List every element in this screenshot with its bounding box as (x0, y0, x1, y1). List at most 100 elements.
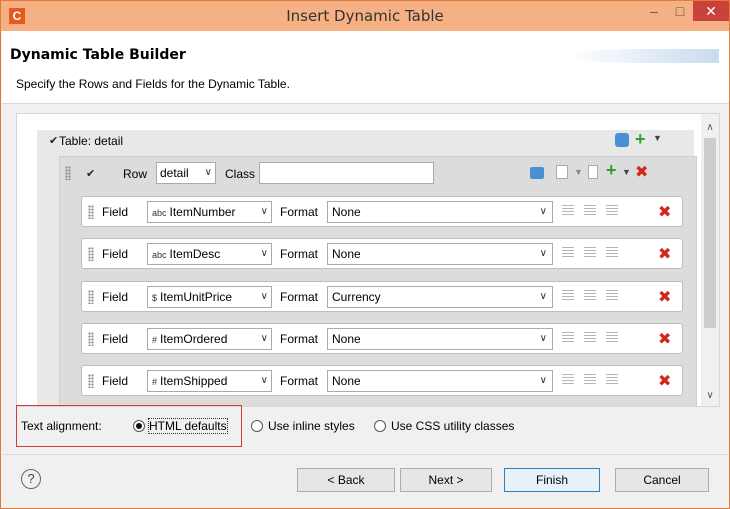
format-label: Format (280, 332, 319, 346)
add-field-dropdown-icon[interactable]: ▼ (622, 167, 631, 177)
delete-field-icon[interactable]: ✖ (658, 244, 671, 264)
radio-inline-styles-label[interactable]: Use inline styles (268, 419, 355, 433)
field-row: Field # ItemShipped ∨ Format None ∨ ✖ (81, 365, 683, 396)
field-label: Field (102, 290, 129, 304)
alignment-buttons (562, 247, 632, 261)
field-drag-handle-icon[interactable] (88, 374, 94, 388)
format-label: Format (280, 374, 319, 388)
scroll-down-icon[interactable]: ∨ (701, 388, 719, 404)
align-center-icon[interactable] (584, 332, 596, 344)
field-drag-handle-icon[interactable] (88, 290, 94, 304)
page-icon[interactable] (588, 165, 598, 179)
header-decoration (569, 49, 719, 63)
align-left-icon[interactable] (562, 290, 574, 302)
field-drag-handle-icon[interactable] (88, 332, 94, 346)
wizard-header: Dynamic Table Builder Specify the Rows a… (2, 31, 729, 104)
maximize-button[interactable]: □ (667, 1, 693, 21)
align-center-icon[interactable] (584, 205, 596, 217)
field-select[interactable]: $ ItemUnitPrice ∨ (147, 286, 272, 308)
field-name: ItemNumber (169, 205, 236, 219)
align-right-icon[interactable] (606, 332, 618, 344)
field-drag-handle-icon[interactable] (88, 247, 94, 261)
field-drag-handle-icon[interactable] (88, 205, 94, 219)
format-select[interactable]: None ∨ (327, 370, 553, 392)
chevron-down-icon: ∨ (539, 248, 547, 259)
delete-field-icon[interactable]: ✖ (658, 329, 671, 349)
class-label: Class (225, 167, 256, 181)
scroll-up-icon[interactable]: ∧ (701, 120, 719, 136)
finish-button[interactable]: Finish (504, 468, 600, 492)
next-button[interactable]: Next > (400, 468, 492, 492)
vertical-scrollbar[interactable]: ∧ ∨ (701, 114, 719, 406)
table-collapse-chevron-icon[interactable]: ✔︎ (49, 134, 58, 147)
chevron-down-icon: ∨ (539, 291, 547, 302)
row-label: Row (123, 167, 148, 181)
radio-css-utility-label[interactable]: Use CSS utility classes (391, 419, 514, 433)
add-row-dropdown-icon[interactable]: ▼ (653, 133, 662, 143)
refresh-fields-icon[interactable] (615, 133, 629, 147)
align-right-icon[interactable] (606, 205, 618, 217)
format-select[interactable]: None ∨ (327, 201, 553, 223)
alignment-buttons (562, 290, 632, 304)
format-value: None (332, 247, 361, 261)
alignment-buttons (562, 205, 632, 219)
align-center-icon[interactable] (584, 290, 596, 302)
chevron-down-icon: ∨ (260, 333, 268, 344)
align-left-icon[interactable] (562, 205, 574, 217)
align-right-icon[interactable] (606, 290, 618, 302)
align-left-icon[interactable] (562, 374, 574, 386)
field-name: ItemUnitPrice (160, 290, 233, 304)
row-collapse-chevron-icon[interactable]: ✔︎ (86, 167, 95, 180)
scroll-thumb[interactable] (704, 138, 716, 328)
align-center-icon[interactable] (584, 247, 596, 259)
format-label: Format (280, 205, 319, 219)
delete-row-icon[interactable]: ✖ (635, 162, 648, 182)
chevron-down-icon: ∨ (260, 291, 268, 302)
back-button[interactable]: < Back (297, 468, 395, 492)
new-field-icon[interactable] (556, 165, 568, 179)
field-row: Field # ItemOrdered ∨ Format None ∨ ✖ (81, 323, 683, 354)
field-select[interactable]: abc ItemNumber ∨ (147, 201, 272, 223)
align-right-icon[interactable] (606, 247, 618, 259)
chevron-down-icon: ∨ (260, 206, 268, 217)
refresh-icon[interactable] (530, 167, 544, 179)
align-left-icon[interactable] (562, 247, 574, 259)
delete-field-icon[interactable]: ✖ (658, 371, 671, 391)
add-row-icon[interactable]: + (635, 129, 646, 150)
radio-html-defaults-label[interactable]: HTML defaults (148, 418, 228, 434)
field-select[interactable]: # ItemOrdered ∨ (147, 328, 272, 350)
format-value: None (332, 205, 361, 219)
chevron-down-icon: ∨ (539, 333, 547, 344)
field-name: ItemShipped (160, 374, 228, 388)
format-select[interactable]: None ∨ (327, 243, 553, 265)
chevron-down-icon: ∨ (260, 248, 268, 259)
radio-inline-styles[interactable] (251, 420, 263, 432)
align-center-icon[interactable] (584, 374, 596, 386)
field-type-icon: # (152, 377, 158, 387)
align-right-icon[interactable] (606, 374, 618, 386)
format-value: None (332, 374, 361, 388)
format-select[interactable]: Currency ∨ (327, 286, 553, 308)
delete-field-icon[interactable]: ✖ (658, 287, 671, 307)
field-label: Field (102, 374, 129, 388)
cancel-button[interactable]: Cancel (615, 468, 709, 492)
field-select[interactable]: # ItemShipped ∨ (147, 370, 272, 392)
row-select[interactable]: detail ∨ (156, 162, 216, 184)
new-field-dropdown-icon[interactable]: ▼ (574, 167, 583, 177)
title-bar: C Insert Dynamic Table – □ ✕ (1, 1, 729, 31)
radio-css-utility[interactable] (374, 420, 386, 432)
field-type-icon: abc (152, 208, 167, 218)
field-select[interactable]: abc ItemDesc ∨ (147, 243, 272, 265)
class-input[interactable] (259, 162, 434, 184)
close-button[interactable]: ✕ (693, 1, 729, 21)
minimize-button[interactable]: – (641, 1, 667, 21)
radio-html-defaults[interactable] (133, 420, 145, 432)
add-field-icon[interactable]: + (606, 160, 617, 181)
field-label: Field (102, 205, 129, 219)
delete-field-icon[interactable]: ✖ (658, 202, 671, 222)
help-icon[interactable]: ? (21, 469, 41, 489)
align-left-icon[interactable] (562, 332, 574, 344)
format-select[interactable]: None ∨ (327, 328, 553, 350)
field-type-icon: abc (152, 250, 167, 260)
row-drag-handle-icon[interactable] (65, 166, 71, 180)
